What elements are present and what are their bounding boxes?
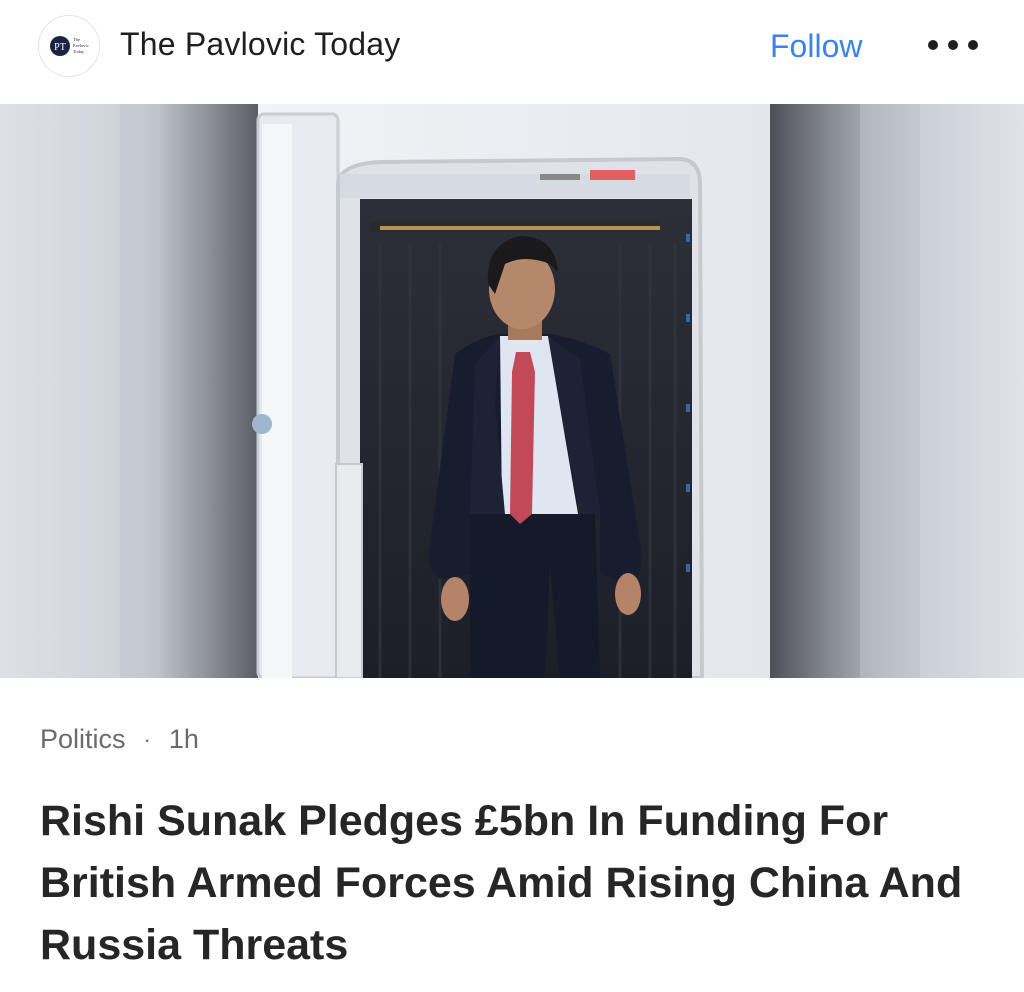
article-hero-image[interactable] <box>0 104 1024 678</box>
svg-text:The: The <box>73 37 80 42</box>
svg-text:PT: PT <box>54 42 66 53</box>
publisher-avatar[interactable]: PT The Pavlovic Today <box>38 15 100 77</box>
meta-separator: · <box>143 726 151 752</box>
feed-card-header: PT The Pavlovic Today The Pavlovic Today… <box>0 0 1024 104</box>
hero-photo <box>0 104 1024 678</box>
ellipsis-icon <box>948 40 958 50</box>
more-options-button[interactable] <box>928 30 978 60</box>
pavlovic-logo-icon: PT The Pavlovic Today <box>50 36 89 56</box>
follow-button[interactable]: Follow <box>770 26 862 66</box>
svg-text:Pavlovic: Pavlovic <box>73 43 89 48</box>
ellipsis-icon <box>928 40 938 50</box>
ellipsis-icon <box>968 40 978 50</box>
publisher-name[interactable]: The Pavlovic Today <box>120 26 401 63</box>
article-age: 1h <box>168 724 199 754</box>
article-meta: Politics · 1h <box>40 724 199 755</box>
article-category[interactable]: Politics <box>40 724 126 755</box>
article-headline[interactable]: Rishi Sunak Pledges £5bn In Funding For … <box>40 790 1000 976</box>
svg-text:Today: Today <box>73 49 85 54</box>
